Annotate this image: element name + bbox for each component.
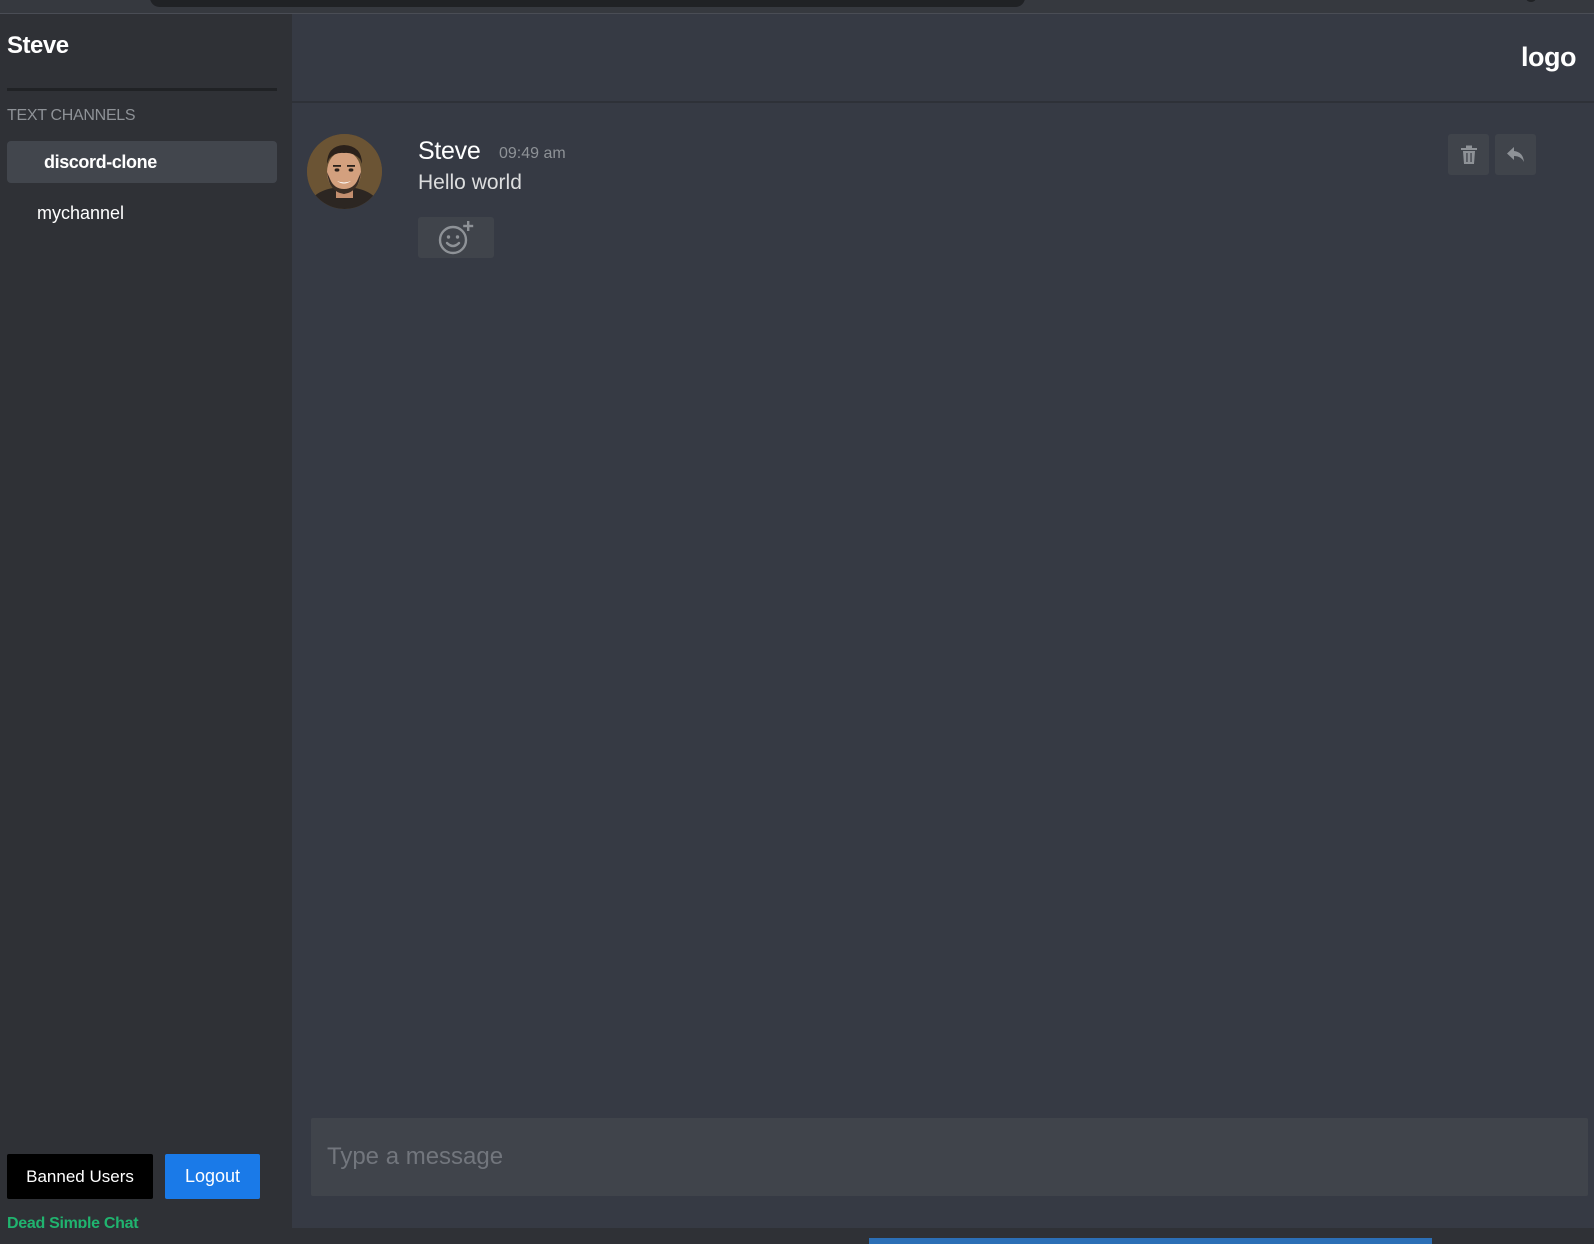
- sidebar-divider: [7, 88, 277, 91]
- reply-message-button[interactable]: [1495, 134, 1536, 175]
- delete-message-button[interactable]: [1448, 134, 1489, 175]
- loading-progress-bar: [869, 1238, 1432, 1244]
- sidebar: Steve TEXT CHANNELS discord-clone mychan…: [0, 14, 292, 1228]
- message-input[interactable]: [311, 1118, 1588, 1196]
- text-channels-heading: TEXT CHANNELS: [7, 107, 136, 124]
- add-emoji-icon: [438, 220, 474, 254]
- browser-address-bar[interactable]: [150, 0, 1025, 7]
- avatar: [307, 134, 382, 209]
- trash-icon: [1460, 145, 1477, 164]
- browser-top-bar: [0, 0, 1594, 14]
- reply-icon: [1506, 146, 1524, 162]
- channel-label: discord-clone: [44, 151, 157, 172]
- current-username: Steve: [7, 32, 69, 59]
- message-author: Steve: [418, 137, 481, 165]
- bottom-strip: [0, 1228, 1594, 1244]
- chat-main: logo Steve 09:49 am Hello world: [292, 14, 1594, 1228]
- logout-button[interactable]: Logout: [165, 1154, 260, 1199]
- add-reaction-button[interactable]: [418, 217, 494, 258]
- logo: logo: [1521, 42, 1576, 72]
- channel-item-mychannel[interactable]: mychannel: [7, 192, 277, 234]
- browser-profile-icon[interactable]: [1526, 0, 1536, 2]
- user-avatar-image: [307, 134, 382, 209]
- banned-users-button[interactable]: Banned Users: [7, 1154, 153, 1199]
- message-text: Hello world: [418, 171, 522, 194]
- message-timestamp: 09:49 am: [499, 145, 566, 162]
- channel-label: mychannel: [37, 202, 125, 223]
- chat-header: logo: [292, 14, 1594, 103]
- channel-item-discord-clone[interactable]: discord-clone: [7, 141, 277, 183]
